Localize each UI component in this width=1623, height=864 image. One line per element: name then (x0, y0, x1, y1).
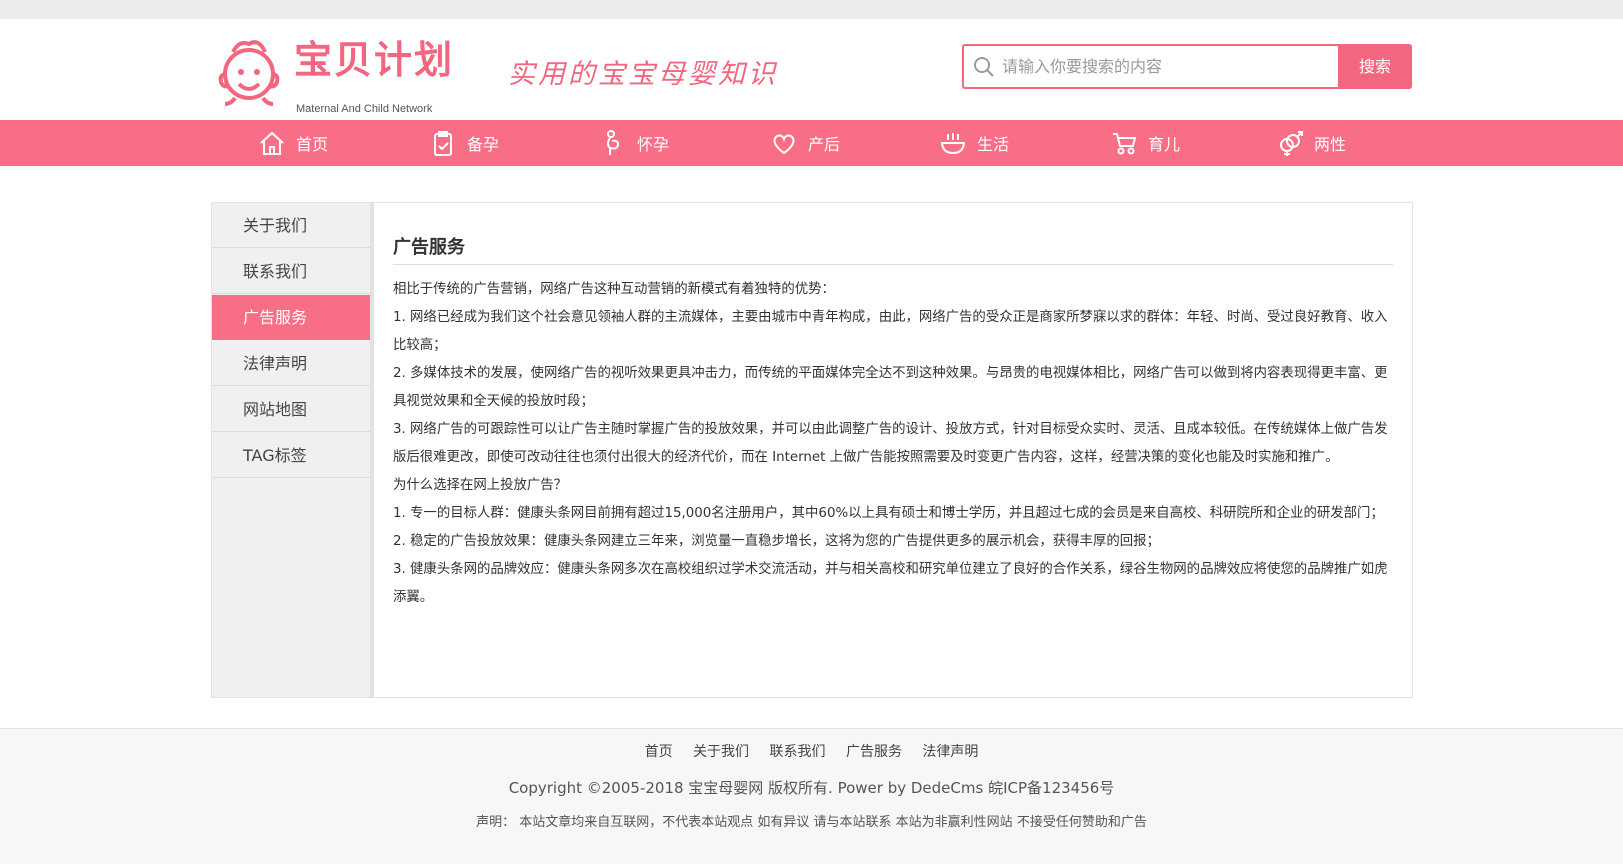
nav-item-label: 产后 (808, 135, 841, 154)
site-logo[interactable]: 宝贝计划 Maternal And Child Network (213, 36, 455, 115)
nav-item-label: 备孕 (467, 135, 500, 154)
footer-link-legal[interactable]: 法律声明 (922, 741, 978, 761)
page-title: 广告服务 (393, 237, 465, 258)
slogan: 实用的宝宝母婴知识 (508, 59, 778, 90)
nav-item-label: 怀孕 (637, 135, 670, 154)
logo-title: 宝贝计划 (294, 38, 455, 82)
footer-link-advertising[interactable]: 广告服务 (846, 741, 902, 761)
nav-item-label: 育儿 (1148, 135, 1181, 154)
search-box (962, 44, 1340, 89)
paragraph: 3. 网络广告的可跟踪性可以让广告主随时掌握广告的投放效果，并可以由此调整广告的… (393, 422, 1388, 465)
nav-item-label: 两性 (1314, 135, 1347, 154)
footer-links: 首页 关于我们 联系我们 广告服务 法律声明 (0, 741, 1623, 761)
gender-icon (1280, 131, 1303, 156)
home-icon (260, 131, 284, 155)
nav-item-prepare[interactable]: 备孕 (429, 120, 499, 166)
pregnant-icon (607, 130, 620, 155)
paragraph: 3. 健康头条网的品牌效应：健康头条网多次在高校组织过学术交流活动，并与相关高校… (393, 562, 1388, 605)
nav-item-gender[interactable]: 两性 (1276, 120, 1346, 166)
logo-subtitle: Maternal And Child Network (296, 103, 433, 115)
nav-item-postpartum[interactable]: 产后 (770, 120, 840, 166)
title-divider (393, 264, 1393, 265)
footer: 首页 关于我们 联系我们 广告服务 法律声明 Copyright ©2005-2… (0, 728, 1623, 864)
paragraph: 1. 网络已经成为我们这个社会意见领袖人群的主流媒体，主要由城市中青年构成，由此… (393, 310, 1388, 353)
footer-link-about[interactable]: 关于我们 (693, 741, 749, 761)
search-button[interactable]: 搜索 (1338, 44, 1412, 89)
bowl-icon (940, 133, 966, 155)
search-bar: 搜索 (962, 44, 1412, 89)
main-nav: 首页 备孕 怀孕 产后 生活 育儿 两性 (0, 120, 1623, 166)
main-panel: 关于我们 联系我们 广告服务 法律声明 网站地图 TAG标签 广告服务 相比于传… (211, 202, 1413, 698)
sidebar-item-contact[interactable]: 联系我们 (212, 249, 370, 294)
stroller-icon (1113, 133, 1137, 155)
disclaimer: 声明： 本站文章均来自互联网，不代表本站观点 如有异议 请与本站联系 本站为非赢… (476, 815, 1147, 830)
copyright: Copyright ©2005-2018 宝宝母婴网 版权所有. Power b… (508, 779, 1115, 797)
sidebar-item-tags[interactable]: TAG标签 (212, 433, 370, 478)
footer-link-contact[interactable]: 联系我们 (770, 741, 826, 761)
paragraph: 相比于传统的广告营销，网络广告这种互动营销的新模式有着独特的优势： (393, 282, 835, 297)
paragraph: 2. 多媒体技术的发展，使网络广告的视听效果更具冲击力，而传统的平面媒体完全达不… (393, 366, 1388, 409)
paragraph: 为什么选择在网上投放广告？ (393, 478, 568, 493)
sidebar: 关于我们 联系我们 广告服务 法律声明 网站地图 TAG标签 (212, 203, 374, 697)
nav-item-label: 首页 (296, 135, 329, 154)
nav-item-home[interactable]: 首页 (258, 120, 328, 166)
content-body: 相比于传统的广告营销，网络广告这种互动营销的新模式有着独特的优势： 1. 网络已… (393, 276, 1393, 612)
header: 宝贝计划 Maternal And Child Network 实用的宝宝母婴知… (0, 19, 1623, 120)
nav-item-parenting[interactable]: 育儿 (1110, 120, 1180, 166)
sidebar-item-sitemap[interactable]: 网站地图 (212, 387, 370, 432)
nav-item-label: 生活 (977, 135, 1010, 154)
nav-item-life[interactable]: 生活 (939, 120, 1009, 166)
sidebar-item-legal[interactable]: 法律声明 (212, 341, 370, 386)
top-strip (0, 0, 1623, 19)
baby-face-icon (218, 40, 280, 106)
clipboard-icon (434, 131, 452, 156)
heart-hand-icon (773, 134, 795, 155)
sidebar-item-advertising[interactable]: 广告服务 (212, 295, 370, 340)
paragraph: 1. 专一的目标人群：健康头条网目前拥有超过15,000名注册用户，其中60%以… (393, 506, 1384, 521)
search-input[interactable] (1002, 46, 1332, 87)
search-icon (974, 57, 994, 77)
nav-item-pregnancy[interactable]: 怀孕 (599, 120, 669, 166)
footer-link-home[interactable]: 首页 (645, 741, 673, 761)
sidebar-item-about[interactable]: 关于我们 (212, 203, 370, 248)
paragraph: 2. 稳定的广告投放效果：健康头条网建立三年来，浏览量一直稳步增长，这将为您的广… (393, 534, 1160, 549)
